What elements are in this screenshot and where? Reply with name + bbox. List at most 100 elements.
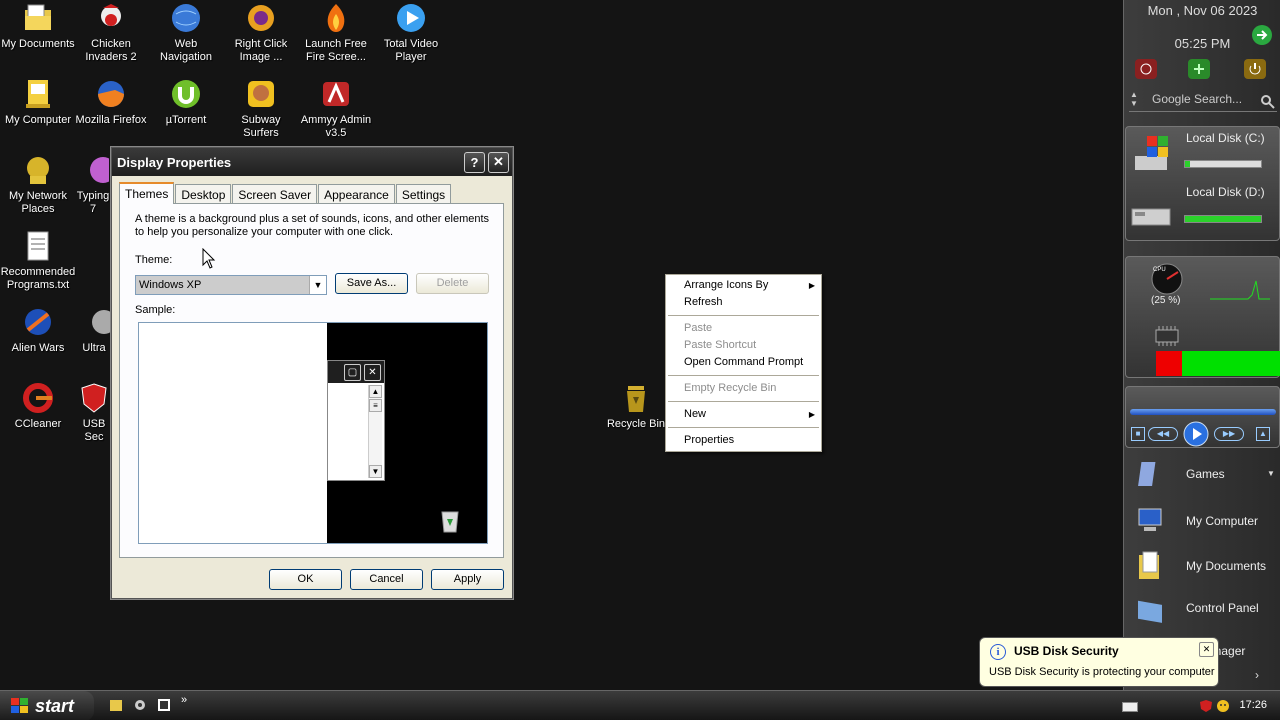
desktop-icon-my-computer[interactable]: My Computer: [0, 78, 76, 127]
desktop-icon-firefox[interactable]: Mozilla Firefox: [73, 78, 149, 127]
desktop-icon-ccleaner[interactable]: CCleaner: [0, 382, 76, 431]
desktop-icon-recommended-programs[interactable]: Recommended Programs.txt: [0, 230, 76, 292]
arrow-right-circle-icon[interactable]: [1251, 24, 1273, 46]
tab-screen-saver[interactable]: Screen Saver: [232, 184, 318, 203]
submenu-arrow-icon: ▶: [808, 281, 815, 290]
close-icon[interactable]: ✕: [1199, 642, 1214, 657]
menu-item-properties[interactable]: Properties: [666, 432, 821, 449]
desktop-icon-ammyy-admin[interactable]: Ammyy Admin v3.5: [298, 78, 374, 140]
tab-desktop[interactable]: Desktop: [175, 184, 232, 203]
ultra-icon: [92, 310, 110, 334]
menu-separator: [668, 427, 819, 428]
sidebar-item-my-computer[interactable]: My Computer: [1134, 505, 1274, 537]
chevron-down-icon[interactable]: ▼: [309, 276, 326, 294]
shutdown-icon[interactable]: [1243, 58, 1267, 80]
sidebar-item-games[interactable]: Games: [1134, 458, 1274, 490]
menu-item-new[interactable]: New ▶: [666, 406, 821, 423]
desktop-icon-recycle-bin[interactable]: Recycle Bin: [598, 382, 674, 431]
eject-icon[interactable]: ▲: [1256, 427, 1270, 441]
sidebar-item-label: My Documents: [1186, 559, 1267, 573]
dialog-titlebar[interactable]: Display Properties ? ✕: [112, 148, 512, 176]
standby-icon[interactable]: [1187, 58, 1211, 80]
dialog-title: Display Properties: [117, 154, 232, 170]
search-icon[interactable]: [1260, 94, 1276, 110]
right-sidebar: Mon , Nov 06 2023 05:25 PM Google Search…: [1123, 0, 1280, 690]
restart-icon[interactable]: [1134, 58, 1158, 80]
subway-surfers-icon: [248, 81, 274, 107]
tab-appearance[interactable]: Appearance: [318, 184, 395, 203]
desktop-icon-right-click-image[interactable]: Right Click Image ...: [223, 2, 299, 64]
desktop-icon-web-navigation[interactable]: Web Navigation: [148, 2, 224, 64]
desktop-icon-ultra[interactable]: Ultra: [76, 306, 112, 355]
menu-item-empty-recycle-bin[interactable]: Empty Recycle Bin: [666, 380, 821, 397]
fast-forward-icon[interactable]: ▶▶: [1214, 427, 1244, 441]
icon-label: Total Video Player: [383, 38, 439, 63]
desktop-icon-subway-surfers[interactable]: Subway Surfers: [223, 78, 299, 140]
icon-label: Ammyy Admin v3.5: [300, 114, 372, 139]
quicklaunch-app-icon[interactable]: [157, 698, 171, 712]
display-properties-dialog: Display Properties ? ✕ Themes Desktop Sc…: [111, 147, 513, 599]
save-as-button[interactable]: Save As...: [335, 273, 408, 294]
desktop-icon-my-documents[interactable]: My Documents: [0, 2, 76, 51]
tab-themes[interactable]: Themes: [119, 182, 175, 204]
theme-label: Theme:: [135, 254, 173, 266]
ok-button[interactable]: OK: [269, 569, 342, 590]
quicklaunch-settings-icon[interactable]: [133, 698, 147, 712]
icon-label: My Computer: [4, 114, 72, 126]
ram-used-bar: [1156, 351, 1182, 376]
quicklaunch-more-icon[interactable]: »: [181, 694, 187, 706]
google-search-input[interactable]: Google Search...: [1129, 92, 1277, 112]
help-button[interactable]: ?: [464, 151, 485, 173]
scroll-thumb: ≡: [369, 399, 382, 412]
info-icon: i: [990, 644, 1006, 660]
close-button[interactable]: ✕: [488, 151, 509, 173]
games-icon: [1138, 462, 1156, 486]
theme-select[interactable]: Windows XP ▼: [135, 275, 327, 295]
desktop-icon-total-video-player[interactable]: Total Video Player: [373, 2, 449, 64]
cpu-percent: (25 %): [1151, 295, 1181, 306]
firefox-icon: [98, 81, 124, 107]
stop-icon[interactable]: ■: [1131, 427, 1145, 441]
play-icon[interactable]: [1183, 421, 1209, 447]
menu-item-arrange-icons-by[interactable]: Arrange Icons By ▶: [666, 277, 821, 294]
apply-button[interactable]: Apply: [431, 569, 504, 590]
ccleaner-icon: [23, 383, 53, 413]
chevron-right-icon[interactable]: ›: [1255, 668, 1259, 682]
icon-label: Launch Free Fire Scree...: [305, 38, 367, 63]
menu-item-refresh[interactable]: Refresh: [666, 294, 821, 311]
usb-shield-tray-icon[interactable]: [1199, 699, 1213, 713]
smiley-tray-icon[interactable]: [1216, 699, 1230, 713]
desktop-icon-usb-security[interactable]: USB Sec: [76, 382, 112, 444]
menu-separator: [668, 401, 819, 402]
theme-description: A theme is a background plus a set of so…: [135, 213, 490, 238]
desktop-icon-free-fire[interactable]: Launch Free Fire Scree...: [298, 2, 374, 64]
desktop-icon-typing[interactable]: Typing 7: [73, 154, 113, 216]
delete-button[interactable]: Delete: [416, 273, 489, 294]
menu-item-open-command-prompt[interactable]: Open Command Prompt: [666, 354, 821, 371]
sidebar-item-my-documents[interactable]: My Documents: [1134, 550, 1274, 582]
notification-title: USB Disk Security: [1014, 644, 1119, 658]
start-button[interactable]: start: [0, 691, 94, 720]
menu-item-paste-shortcut[interactable]: Paste Shortcut: [666, 337, 821, 354]
sidebar-item-control-panel[interactable]: Control Panel: [1134, 592, 1274, 624]
cancel-button[interactable]: Cancel: [350, 569, 423, 590]
desktop-icon-chicken-invaders[interactable]: Chicken Invaders 2: [73, 2, 149, 64]
chevron-down-icon[interactable]: ▼: [1267, 469, 1275, 478]
quicklaunch-folder-icon[interactable]: [109, 698, 123, 712]
media-progress-track[interactable]: [1130, 409, 1276, 415]
menu-item-paste[interactable]: Paste: [666, 320, 821, 337]
dialog-tabs: Themes Desktop Screen Saver Appearance S…: [119, 182, 452, 204]
desktop-icon-utorrent[interactable]: µTorrent: [148, 78, 224, 127]
keyboard-tray-icon[interactable]: [1122, 702, 1138, 712]
icon-label: USB Sec: [82, 418, 106, 443]
icon-label: Alien Wars: [11, 342, 65, 354]
desktop-icon-alien-wars[interactable]: Alien Wars: [0, 306, 76, 355]
icon-label: CCleaner: [14, 418, 62, 430]
menu-separator: [668, 375, 819, 376]
my-computer-icon: [26, 80, 50, 108]
collapse-arrows-icon[interactable]: ▲ ▼: [1130, 90, 1138, 108]
usb-security-notification[interactable]: i USB Disk Security USB Disk Security is…: [979, 637, 1219, 687]
desktop-icon-my-network-places[interactable]: My Network Places: [0, 154, 76, 216]
tab-settings[interactable]: Settings: [395, 184, 452, 203]
rewind-icon[interactable]: ◀◀: [1148, 427, 1178, 441]
